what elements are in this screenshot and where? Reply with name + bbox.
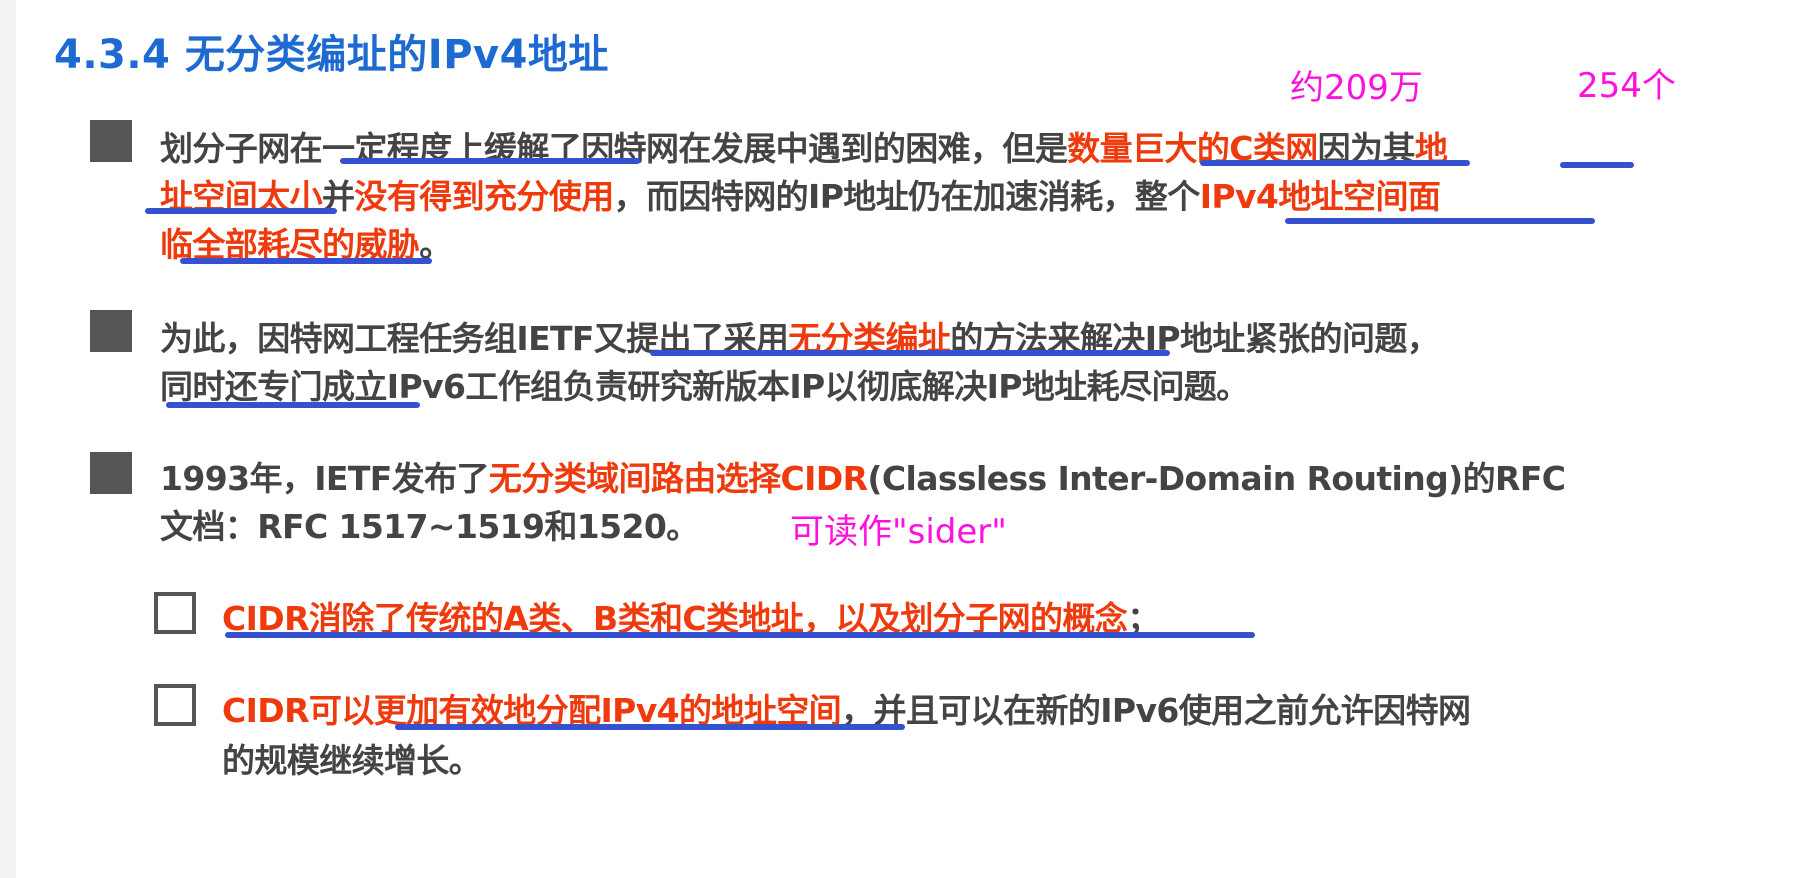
text-span: ，而因特网的IP地址仍在加速消耗， — [613, 177, 1136, 216]
underline-mark — [650, 350, 1170, 356]
text-span: ，并且可以在新的IPv6使用之前允许因特网 — [841, 691, 1471, 730]
underline-mark — [1200, 160, 1470, 166]
text-span: 划分子网在 — [160, 129, 323, 168]
underline-mark — [166, 402, 420, 408]
text-span: 1993年，IETF发布了 — [160, 459, 490, 498]
bullet3-line2: 文档：RFC 1517~1519和1520。 — [160, 507, 699, 546]
underline-mark — [340, 158, 640, 164]
highlight-text: 无分类域间路由选择CIDR — [488, 459, 868, 498]
sub2-line2: 的规模继续增长。 — [222, 741, 482, 780]
highlight-text: IPv4地址空间面 — [1199, 177, 1441, 216]
annotation-pronounce: 可读作"sider" — [790, 512, 1007, 552]
annotation-approx-count: 约209万 — [1290, 68, 1423, 108]
bullet-square-icon — [90, 452, 132, 494]
highlight-text: 没有得到充分使用 — [354, 177, 614, 216]
bullet1-line2: 址空间太小并没有得到充分使用，而因特网的IP地址仍在加速消耗，整个IPv4地址空… — [160, 170, 1441, 218]
underline-mark — [1560, 162, 1634, 168]
bullet-square-icon — [90, 120, 132, 162]
checkbox-square-icon — [154, 592, 196, 634]
bullet3-line1: 1993年，IETF发布了无分类域间路由选择CIDR(Classless Int… — [160, 452, 1566, 500]
underline-mark — [180, 258, 432, 264]
underline-mark — [395, 724, 905, 730]
bullet-square-icon — [90, 310, 132, 352]
text-span: 因特网在发展中遇到的困难，但是 — [581, 129, 1068, 168]
underline-mark — [225, 632, 1255, 638]
page-title: 4.3.4 无分类编址的IPv4地址 — [54, 32, 609, 78]
slide-edge — [0, 0, 16, 878]
checkbox-square-icon — [154, 684, 196, 726]
underline-mark — [1285, 218, 1595, 224]
underline-mark — [145, 208, 337, 214]
text-span: (Classless Inter-Domain Routing)的RFC — [867, 459, 1566, 498]
annotation-hosts-per-net: 254个 — [1577, 66, 1676, 106]
text-span: 整个 — [1134, 177, 1200, 216]
bullet2-line2: 同时还专门成立IPv6工作组负责研究新版本IP以彻底解决IP地址耗尽问题。 — [160, 367, 1249, 406]
